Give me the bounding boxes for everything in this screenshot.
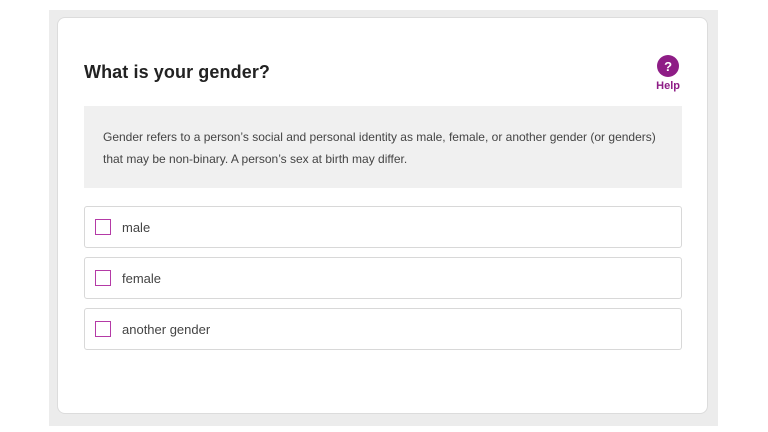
option-another-gender[interactable]: another gender	[84, 308, 682, 350]
option-male[interactable]: male	[84, 206, 682, 248]
question-description: Gender refers to a person’s social and p…	[84, 106, 682, 188]
help-button[interactable]: ? Help	[656, 55, 680, 92]
checkbox[interactable]	[95, 321, 111, 337]
description-text: Gender refers to a person’s social and p…	[103, 130, 656, 166]
question-title: What is your gender?	[84, 62, 271, 82]
checkbox[interactable]	[95, 270, 111, 286]
option-label: female	[122, 270, 162, 286]
question-card: What is your gender? ? Help Gender refer…	[57, 17, 708, 414]
help-icon-glyph: ?	[664, 58, 673, 74]
checkbox[interactable]	[95, 219, 111, 235]
option-female[interactable]: female	[84, 257, 682, 299]
help-label[interactable]: Help	[656, 80, 680, 92]
help-circle-icon[interactable]: ?	[657, 55, 680, 77]
option-label: another gender	[122, 321, 211, 337]
option-label: male	[122, 219, 151, 235]
